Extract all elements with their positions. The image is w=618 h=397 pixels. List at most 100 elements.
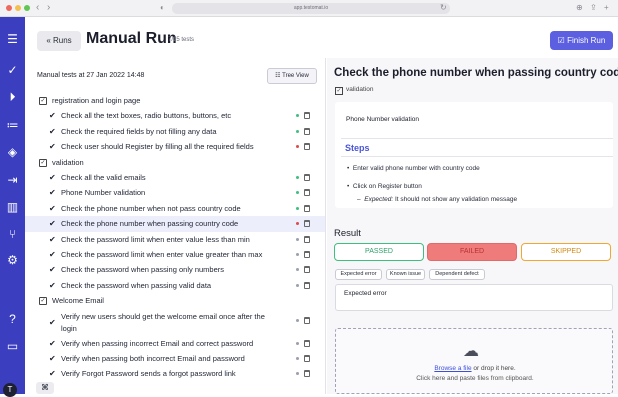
paste-hint: Click here and paste files from clipboar… — [416, 375, 534, 382]
trash-icon[interactable] — [304, 251, 310, 258]
test-list-panel: Manual tests at 27 Jan 2022 14:48 ☷ Tree… — [25, 58, 326, 394]
trash-icon[interactable] — [304, 220, 310, 228]
runs-back-button[interactable]: « Runs — [37, 31, 81, 51]
check-icon[interactable]: ✓ — [0, 63, 25, 77]
test-row[interactable]: ✔ Check all the valid emails — [25, 170, 325, 185]
trash-icon[interactable] — [304, 339, 310, 347]
trash-icon[interactable] — [304, 174, 310, 181]
play-icon[interactable]: ⏵ — [0, 90, 25, 104]
close-window-icon[interactable] — [6, 5, 12, 11]
test-count: 7/15 tests — [168, 37, 195, 43]
status-dot — [296, 145, 299, 149]
test-row[interactable]: ✔ Check the required fields by not fillin… — [25, 124, 325, 139]
trash-icon[interactable] — [304, 112, 310, 120]
suite-checkbox-icon[interactable]: ✓ — [39, 158, 47, 167]
test-row[interactable]: ✔ Check all the text boxes, radio buttons… — [25, 108, 325, 123]
test-label: Check all the text boxes, radio buttons,… — [61, 111, 232, 121]
menu-icon[interactable]: ☰ — [0, 32, 25, 46]
trash-icon[interactable] — [304, 189, 310, 197]
test-row[interactable]: ✔ Verify when passing both incorrect Emai… — [25, 351, 325, 366]
chip-known-issue[interactable]: Known issue — [386, 269, 425, 280]
tree-view-button[interactable]: ☷ Tree View — [267, 68, 317, 84]
status-dot — [296, 206, 299, 210]
finish-run-button[interactable]: ☑ Finish Run — [550, 31, 613, 50]
back-icon[interactable]: ‹ — [36, 2, 39, 13]
address-bar[interactable]: app.testomat.io — [172, 3, 450, 14]
suite-tag[interactable]: ✓ validation — [335, 86, 373, 95]
file-drop-zone[interactable]: ☁︎ Browse a file or drop it here. Click … — [335, 328, 613, 394]
status-dot — [296, 318, 299, 322]
trash-icon[interactable] — [304, 143, 310, 151]
step-item: • Click on Register button — [347, 183, 422, 190]
test-row[interactable]: ✔ Verify Forgot Password sends a forgot p… — [25, 366, 325, 381]
test-row[interactable]: ✔ Verify new users should get the welcome… — [25, 309, 325, 336]
check-icon: ✔ — [49, 317, 56, 327]
test-label: Verify when passing incorrect Email and … — [61, 338, 254, 348]
test-row[interactable]: ✔ Check the password when passing only nu… — [25, 262, 325, 277]
checklist-icon[interactable]: ≔ — [0, 118, 25, 132]
card-title: Phone Number validation — [346, 116, 419, 123]
chip-dependent-defect[interactable]: Dependent defect — [429, 269, 485, 280]
test-row[interactable]: ✔ Check the phone number when passing cou… — [25, 216, 325, 232]
manual-tests-label: Manual tests at 27 Jan 2022 14:48 — [37, 72, 145, 79]
suite-row[interactable]: ✓ registration and login page — [25, 93, 325, 108]
trash-icon[interactable] — [304, 370, 310, 378]
test-row[interactable]: ✔ Check the password limit when enter val… — [25, 247, 325, 262]
analytics-icon[interactable]: ▥ — [0, 200, 25, 214]
test-label: Check the phone number when passing coun… — [61, 219, 239, 229]
result-message-input[interactable]: Expected error — [335, 284, 613, 311]
test-row[interactable]: ✔ Check the password limit when enter val… — [25, 232, 325, 247]
avatar[interactable]: T — [3, 383, 17, 397]
forward-icon[interactable]: › — [47, 2, 50, 13]
trash-icon[interactable] — [304, 355, 310, 362]
status-dot — [296, 222, 299, 226]
browse-file-link[interactable]: Browse a file — [434, 365, 471, 372]
new-tab-icon[interactable]: + — [604, 3, 609, 12]
trash-icon[interactable] — [304, 281, 310, 289]
status-dot — [296, 372, 299, 376]
trash-icon[interactable] — [304, 266, 310, 274]
suite-row[interactable]: ✓ validation — [25, 155, 325, 170]
browse-text: Browse a file or drop it here. — [434, 365, 516, 372]
failed-button[interactable]: FAILED — [427, 243, 517, 261]
suite-checkbox-icon[interactable]: ✓ — [39, 97, 47, 105]
keyboard-shortcuts-icon[interactable]: ⌘ — [36, 382, 54, 394]
passed-button[interactable]: PASSED — [334, 243, 424, 261]
suite-checkbox-icon[interactable]: ✓ — [39, 297, 47, 306]
trash-icon[interactable] — [304, 316, 310, 324]
check-icon: ✔ — [49, 338, 56, 348]
branch-icon[interactable]: ⑂ — [0, 227, 25, 241]
reload-icon[interactable]: ↻ — [440, 3, 447, 12]
test-row[interactable]: ✔ Verify when passing incorrect Email and… — [25, 336, 325, 351]
folder-icon[interactable]: ▭ — [0, 339, 25, 353]
test-label: Check the password when passing valid da… — [61, 280, 212, 290]
layers-icon[interactable]: ◈ — [0, 145, 25, 159]
skipped-button[interactable]: SKIPPED — [521, 243, 611, 261]
share-icon[interactable]: ⇪ — [590, 3, 597, 12]
status-dot — [296, 253, 299, 256]
test-row[interactable]: ✔ Phone Number validation — [25, 185, 325, 200]
suite-row[interactable]: ✓ Welcome Email — [25, 293, 325, 308]
maximize-window-icon[interactable] — [24, 5, 30, 11]
test-label: Verify new users should get the welcome … — [61, 311, 265, 321]
trash-icon[interactable] — [304, 235, 310, 243]
settings-icon[interactable]: ⚙ — [0, 253, 25, 267]
test-row[interactable]: ✔ Check user should Register by filling a… — [25, 139, 325, 154]
download-icon[interactable]: ⊕ — [576, 3, 583, 12]
test-row[interactable]: ✔ Check the phone number when not pass co… — [25, 201, 325, 216]
result-heading: Result — [334, 228, 361, 239]
trash-icon[interactable] — [304, 127, 310, 135]
status-dot — [296, 114, 299, 118]
test-title: Check the phone number when passing coun… — [334, 67, 618, 79]
steps-heading: Steps — [345, 143, 370, 153]
test-label: Check the password limit when enter valu… — [61, 234, 250, 244]
test-row[interactable]: ✔ Check the password when passing valid d… — [25, 278, 325, 293]
test-label: Verify Forgot Password sends a forgot pa… — [61, 369, 236, 379]
trash-icon[interactable] — [304, 204, 310, 212]
chip-expected-error[interactable]: Expected error — [335, 269, 382, 280]
suite-label: registration and login page — [52, 96, 141, 105]
test-label: Check the phone number when not pass cou… — [61, 203, 241, 213]
help-icon[interactable]: ? — [0, 312, 25, 326]
minimize-window-icon[interactable] — [15, 5, 21, 11]
import-icon[interactable]: ⇥ — [0, 173, 25, 187]
